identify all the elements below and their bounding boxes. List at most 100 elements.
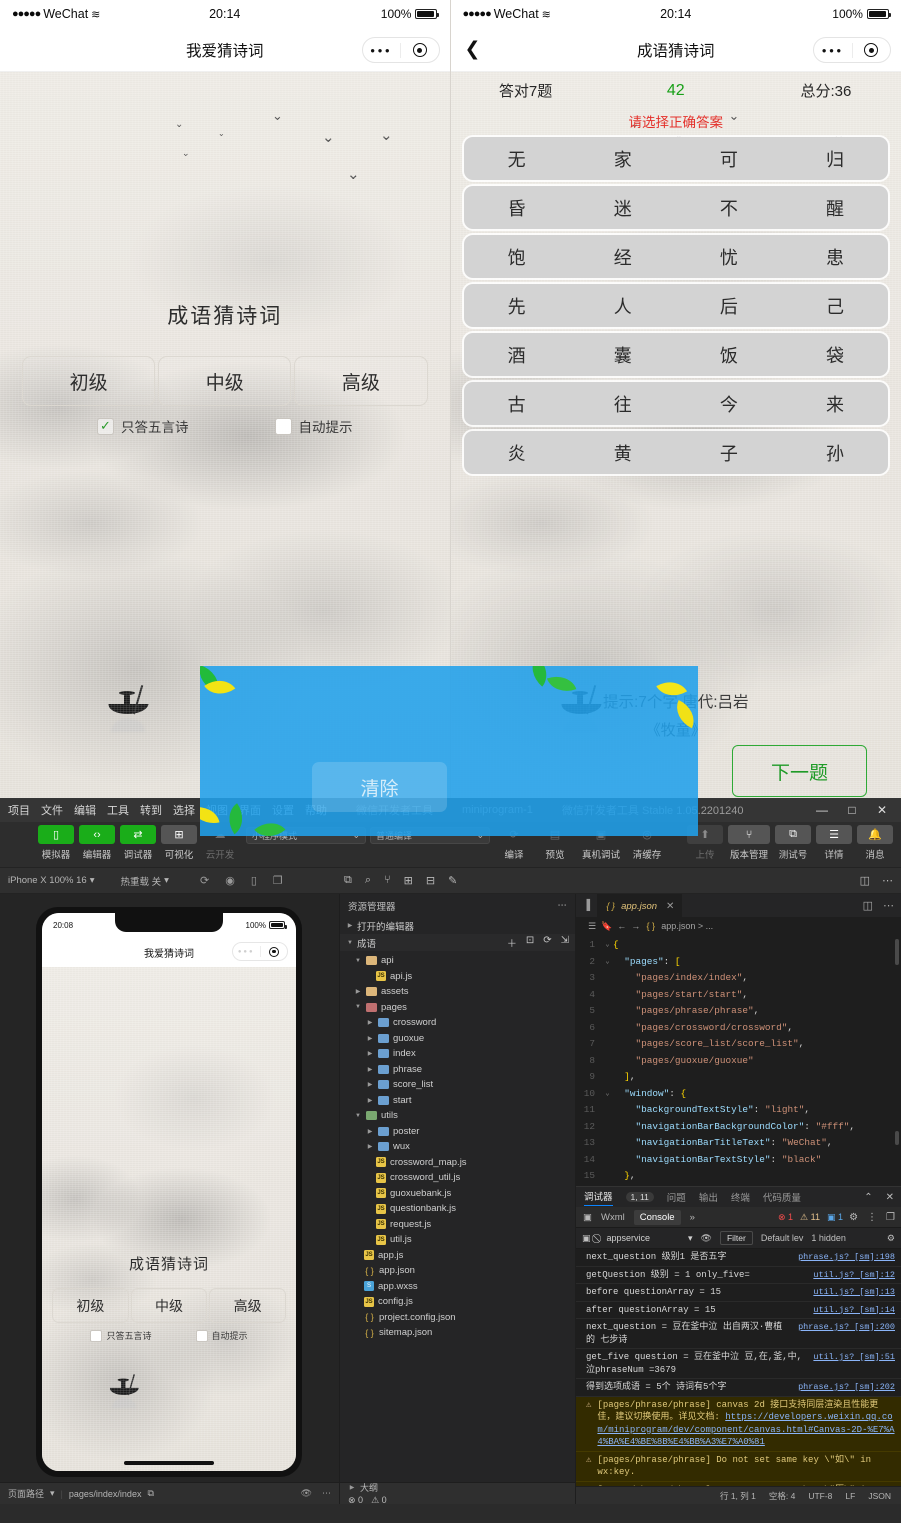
fold-icon[interactable] bbox=[602, 1102, 613, 1119]
toolbar-message-button[interactable]: 🔔 消息 bbox=[857, 825, 893, 861]
close-icon[interactable]: ✕ bbox=[886, 1192, 894, 1203]
level-button-basic[interactable]: 初级 bbox=[22, 356, 156, 406]
tree-item-request[interactable]: JS request.js bbox=[340, 1217, 575, 1233]
idiom-option-row[interactable]: 先 人 后 己 bbox=[463, 284, 888, 327]
console-log-row[interactable]: get_five question = 豆在釜中泣 豆,在,釜,中,泣phras… bbox=[576, 1349, 901, 1379]
console-log-link[interactable]: https://developers.weixin.qq.com/minipro… bbox=[597, 1412, 894, 1447]
eye-icon[interactable]: 👁 bbox=[301, 1488, 312, 1499]
toolbar-version-button[interactable]: ⑂ 版本管理 bbox=[728, 825, 770, 861]
tree-item-api-js[interactable]: JS api.js bbox=[340, 969, 575, 985]
tree-item-guoxue[interactable]: ▶ guoxue bbox=[340, 1031, 575, 1047]
fold-icon[interactable] bbox=[602, 1036, 613, 1053]
language-mode[interactable]: JSON bbox=[868, 1491, 891, 1501]
encoding[interactable]: UTF-8 bbox=[808, 1491, 832, 1501]
gear-icon[interactable]: ⚙ bbox=[849, 1212, 858, 1223]
menu-select[interactable]: 选择 bbox=[173, 802, 195, 818]
eye-icon[interactable]: 👁 bbox=[701, 1233, 712, 1244]
split-editor-icon[interactable]: ◫ bbox=[860, 874, 870, 887]
fold-icon[interactable] bbox=[602, 1003, 613, 1020]
console-warning-count[interactable]: ⚠ 11 bbox=[800, 1212, 820, 1223]
fold-icon[interactable]: ⌄ bbox=[602, 1185, 613, 1187]
dock-icon[interactable]: ❐ bbox=[886, 1212, 895, 1223]
multiwindow-icon[interactable]: ❐ bbox=[273, 874, 283, 887]
console-level-select[interactable]: Default lev bbox=[761, 1233, 804, 1243]
toolbar-simulator[interactable]: ▯ 模拟器 bbox=[38, 825, 74, 861]
simulator-capsule[interactable]: ●●● bbox=[232, 942, 288, 961]
toolbar-details-button[interactable]: ☰ 详情 bbox=[816, 825, 852, 861]
menu-icon[interactable]: ☰ bbox=[588, 921, 596, 932]
inspect-icon[interactable]: ▣ bbox=[583, 1212, 592, 1223]
minimize-icon[interactable]: — bbox=[807, 798, 837, 822]
more-icon[interactable]: ⋯ bbox=[882, 874, 893, 887]
code-editor-content[interactable]: 1 ⌄{2 ⌄ "pages": [3 "pages/index/index", 4 … bbox=[576, 935, 901, 1186]
paint-icon[interactable]: ✎ bbox=[448, 874, 457, 887]
indentation[interactable]: 空格: 4 bbox=[769, 1490, 795, 1502]
idiom-option-row[interactable]: 昏 迷 不 醒 bbox=[463, 186, 888, 229]
console-log-source[interactable]: util.js? [sm]:14 bbox=[813, 1304, 895, 1317]
console-log-row[interactable]: ⚠ [pages/phrase/phrase] Do not set same k… bbox=[576, 1451, 901, 1482]
menu-goto[interactable]: 转到 bbox=[140, 802, 162, 818]
tree-item-app-wxss[interactable]: Sapp.wxss bbox=[340, 1279, 575, 1295]
simulator-level-basic[interactable]: 初级 bbox=[52, 1288, 129, 1323]
tree-item-index[interactable]: ▶ index bbox=[340, 1046, 575, 1062]
project-section[interactable]: ▼ 成语 ＋ ⊡ ⟳ ⇲ bbox=[340, 934, 575, 951]
simulator-level-medium[interactable]: 中级 bbox=[130, 1288, 208, 1323]
clear-console-icon[interactable]: ▣ bbox=[582, 1233, 591, 1244]
console-log-row[interactable]: next_question = 豆在釜中泣 出自两汉·曹植 的 七步诗 phras… bbox=[576, 1319, 901, 1349]
checkbox-icon[interactable] bbox=[195, 1329, 208, 1342]
idiom-option-row[interactable]: 饱 经 忧 患 bbox=[463, 235, 888, 278]
console-log-row[interactable]: after questionArray = 15 util.js? [sm]:14 bbox=[576, 1302, 901, 1319]
device-select[interactable]: iPhone X 100% 16 ▾ bbox=[8, 875, 94, 886]
fold-icon[interactable] bbox=[602, 1119, 613, 1136]
tree-item-app-js[interactable]: JS app.js bbox=[340, 1248, 575, 1264]
console-error-count[interactable]: ⊗ 1 bbox=[778, 1212, 793, 1223]
more-dots-icon[interactable]: ●●● bbox=[363, 46, 401, 55]
fold-icon[interactable] bbox=[602, 1168, 613, 1185]
back-arrow-icon[interactable]: ❮ bbox=[465, 40, 481, 59]
level-button-medium[interactable]: 中级 bbox=[158, 356, 292, 406]
refresh-icon[interactable]: ⟳ bbox=[543, 935, 551, 950]
simulator-checkbox-hint[interactable]: 自动提示 bbox=[195, 1329, 248, 1342]
tree-item-util[interactable]: JS util.js bbox=[340, 1232, 575, 1248]
fold-icon[interactable]: ⌄ bbox=[602, 954, 613, 971]
tree-item-poster[interactable]: ▶ poster bbox=[340, 1124, 575, 1140]
more-dots-icon[interactable]: ●●● bbox=[233, 949, 260, 955]
console-log-row[interactable]: next_question 级别1 是否五字 phrase.js? [sm]:19… bbox=[576, 1249, 901, 1267]
console-log-row[interactable]: ⚠ [pages/phrase/phrase] canvas 2d 接口支持同层渲… bbox=[576, 1396, 901, 1452]
toolbar-testaccount-button[interactable]: ⧉ 测试号 bbox=[775, 825, 811, 861]
more-dots-icon[interactable]: ●●● bbox=[814, 46, 852, 55]
devtools-tab-more[interactable]: » bbox=[690, 1212, 695, 1223]
refresh-icon[interactable]: ⟳ bbox=[200, 874, 209, 887]
collapse-all-icon[interactable]: ⇲ bbox=[561, 935, 569, 950]
menu-tools[interactable]: 工具 bbox=[107, 802, 129, 818]
console-tab-output[interactable]: 输出 bbox=[699, 1190, 718, 1204]
fold-icon[interactable] bbox=[602, 1135, 613, 1152]
console-log-source[interactable]: util.js? [sm]:13 bbox=[813, 1286, 895, 1299]
idiom-option-row[interactable]: 无 家 可 归 bbox=[463, 137, 888, 180]
tree-item-app-json[interactable]: { } app.json bbox=[340, 1263, 575, 1279]
editor-tab-app-json[interactable]: { } app.json ✕ bbox=[597, 894, 683, 917]
tree-item-pages[interactable]: ▼ pages bbox=[340, 1000, 575, 1016]
console-log-row[interactable]: getQuestion 级别 = 1 only_five= util.js? [s… bbox=[576, 1267, 901, 1284]
more-icon[interactable]: ⋯ bbox=[322, 1488, 331, 1499]
close-target-icon[interactable] bbox=[853, 43, 891, 57]
tree-item-project-config[interactable]: { } project.config.json bbox=[340, 1310, 575, 1326]
fold-icon[interactable] bbox=[602, 1020, 613, 1037]
toolbar-debugger[interactable]: ⇄ 调试器 bbox=[120, 825, 156, 861]
tree-item-api[interactable]: ▼ api bbox=[340, 953, 575, 969]
tree-item-utils[interactable]: ▼ utils bbox=[340, 1108, 575, 1124]
outline-section[interactable]: ▶ 大纲 bbox=[348, 1481, 567, 1494]
tree-item-crossword[interactable]: ▶ crossword bbox=[340, 1015, 575, 1031]
checkbox-checked-icon[interactable]: ✓ bbox=[97, 417, 114, 435]
search-icon[interactable]: ⌕ bbox=[365, 874, 371, 887]
tree-item-questionbank[interactable]: JS questionbank.js bbox=[340, 1201, 575, 1217]
more-vertical-icon[interactable]: ⋮ bbox=[867, 1212, 877, 1223]
toolbar-editor[interactable]: ‹› 编辑器 bbox=[79, 825, 115, 861]
menu-file[interactable]: 文件 bbox=[41, 802, 63, 818]
console-tab-debugger[interactable]: 调试器 bbox=[584, 1189, 613, 1206]
line-ending[interactable]: LF bbox=[845, 1491, 855, 1501]
split-editor-icon[interactable]: ◫ bbox=[863, 899, 873, 912]
console-log-source[interactable]: phrase.js? [sm]:200 bbox=[798, 1321, 895, 1346]
tree-item-phrase[interactable]: ▶ phrase bbox=[340, 1062, 575, 1078]
open-editors-section[interactable]: ▶ 打开的编辑器 bbox=[340, 917, 575, 934]
